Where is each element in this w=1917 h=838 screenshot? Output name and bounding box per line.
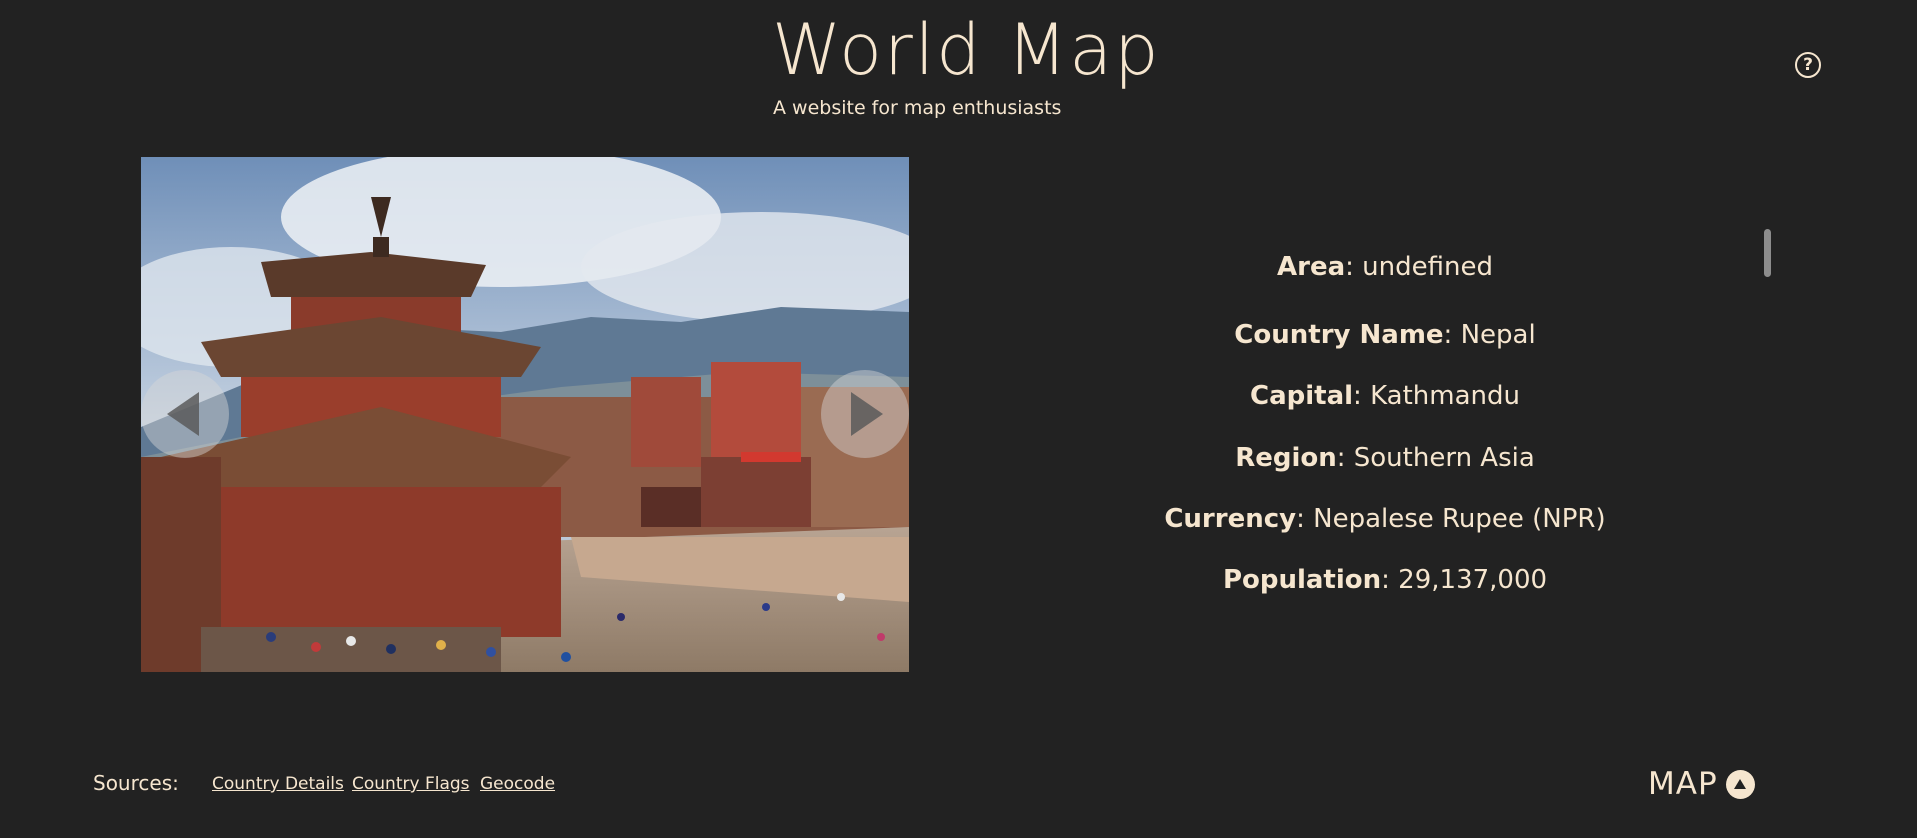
link-country-flags[interactable]: Country Flags	[352, 773, 470, 795]
chevron-left-icon	[167, 392, 199, 436]
detail-area: Area: undefined	[1100, 250, 1670, 284]
detail-population: Population: 29,137,000	[1100, 563, 1670, 597]
detail-country-name: Country Name: Nepal	[1100, 318, 1670, 352]
help-icon: ?	[1803, 55, 1813, 75]
detail-key: Region	[1235, 443, 1337, 473]
carousel-next-button[interactable]	[821, 370, 909, 458]
page-title: World Map	[772, 9, 1161, 91]
link-country-details[interactable]: Country Details	[212, 773, 344, 795]
detail-key: Area	[1277, 252, 1346, 282]
detail-value: : Southern Asia	[1336, 443, 1535, 473]
detail-key: Country Name	[1234, 320, 1444, 350]
map-button-label: MAP	[1648, 766, 1718, 802]
detail-key: Capital	[1250, 381, 1354, 411]
country-photo	[141, 157, 909, 672]
help-button[interactable]: ?	[1795, 52, 1821, 78]
detail-key: Currency	[1164, 504, 1297, 534]
arrow-up-circle-icon	[1725, 769, 1755, 799]
details-scrollbar[interactable]	[1764, 229, 1771, 277]
detail-region: Region: Southern Asia	[1100, 441, 1670, 475]
page-subtitle: A website for map enthusiasts	[773, 97, 1062, 119]
detail-currency: Currency: Nepalese Rupee (NPR)	[1100, 502, 1670, 536]
detail-value: : 29,137,000	[1381, 565, 1548, 595]
detail-value: : undefined	[1345, 252, 1493, 282]
detail-value: : Kathmandu	[1353, 381, 1520, 411]
detail-capital: Capital: Kathmandu	[1100, 379, 1670, 413]
sources-label: Sources:	[93, 771, 179, 795]
map-toggle-button[interactable]: MAP	[1648, 762, 1755, 806]
detail-key: Population	[1222, 565, 1382, 595]
carousel-prev-button[interactable]	[141, 370, 229, 458]
image-carousel	[141, 157, 909, 672]
detail-value: : Nepal	[1443, 320, 1536, 350]
link-geocode[interactable]: Geocode	[480, 773, 555, 795]
chevron-right-icon	[851, 392, 883, 436]
detail-value: : Nepalese Rupee (NPR)	[1296, 504, 1606, 534]
page: World Map A website for map enthusiasts …	[0, 0, 1917, 838]
